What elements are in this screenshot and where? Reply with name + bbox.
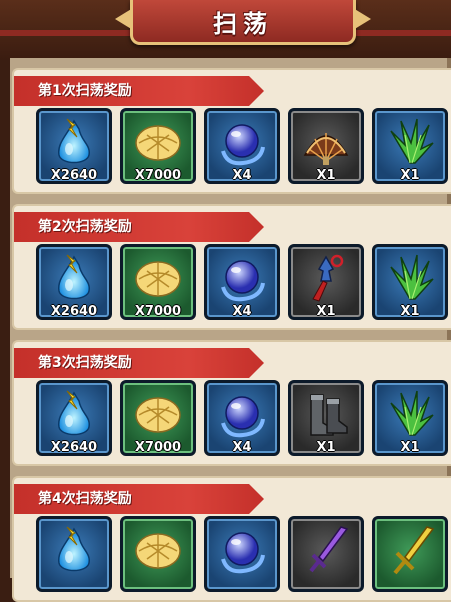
reward-item[interactable]: X2640: [36, 244, 112, 320]
section-title: 第2次扫荡奖励: [38, 219, 132, 235]
reward-item[interactable]: [372, 516, 448, 592]
reward-item[interactable]: [120, 516, 196, 592]
reward-item[interactable]: X1: [288, 380, 364, 456]
item-quantity: X1: [316, 440, 336, 455]
reward-item[interactable]: X1: [372, 108, 448, 184]
reward-section: 第1次扫荡奖励 X2640 X7000 X4 X1 X1: [12, 68, 451, 194]
page-title: 扫荡: [213, 10, 273, 38]
reward-section: 第3次扫荡奖励 X2640 X7000 X4 X1 X1: [12, 340, 451, 466]
reward-item[interactable]: X1: [288, 244, 364, 320]
item-quantity: X2640: [50, 168, 98, 183]
reward-item[interactable]: [36, 516, 112, 592]
title-plaque: 扫荡: [115, 0, 371, 45]
item-quantity: X1: [400, 304, 420, 319]
item-quantity: X7000: [134, 304, 182, 319]
reward-section: 第2次扫荡奖励 X2640 X7000 X4 X1 X1: [12, 204, 451, 330]
reward-item[interactable]: X7000: [120, 108, 196, 184]
reward-item[interactable]: X4: [204, 108, 280, 184]
item-quantity: X7000: [134, 440, 182, 455]
section-title: 第4次扫荡奖励: [38, 491, 132, 507]
reward-item[interactable]: X7000: [120, 244, 196, 320]
item-quantity: X7000: [134, 168, 182, 183]
reward-item[interactable]: X1: [288, 108, 364, 184]
item-quantity: X1: [316, 168, 336, 183]
item-quantity: X2640: [50, 440, 98, 455]
section-title: 第1次扫荡奖励: [38, 83, 132, 99]
item-quantity: X1: [400, 440, 420, 455]
item-quantity: X4: [232, 440, 252, 455]
reward-item[interactable]: X1: [372, 380, 448, 456]
reward-item[interactable]: X1: [372, 244, 448, 320]
item-quantity: X1: [400, 168, 420, 183]
section-title: 第3次扫荡奖励: [38, 355, 132, 371]
item-quantity: X1: [316, 304, 336, 319]
item-quantity: X4: [232, 304, 252, 319]
reward-item[interactable]: [204, 516, 280, 592]
item-quantity: X4: [232, 168, 252, 183]
reward-item[interactable]: X2640: [36, 380, 112, 456]
reward-item[interactable]: X7000: [120, 380, 196, 456]
item-quantity: X2640: [50, 304, 98, 319]
reward-section: 第4次扫荡奖励: [12, 476, 451, 602]
reward-item[interactable]: X2640: [36, 108, 112, 184]
reward-item[interactable]: X4: [204, 244, 280, 320]
reward-item[interactable]: [288, 516, 364, 592]
reward-item[interactable]: X4: [204, 380, 280, 456]
